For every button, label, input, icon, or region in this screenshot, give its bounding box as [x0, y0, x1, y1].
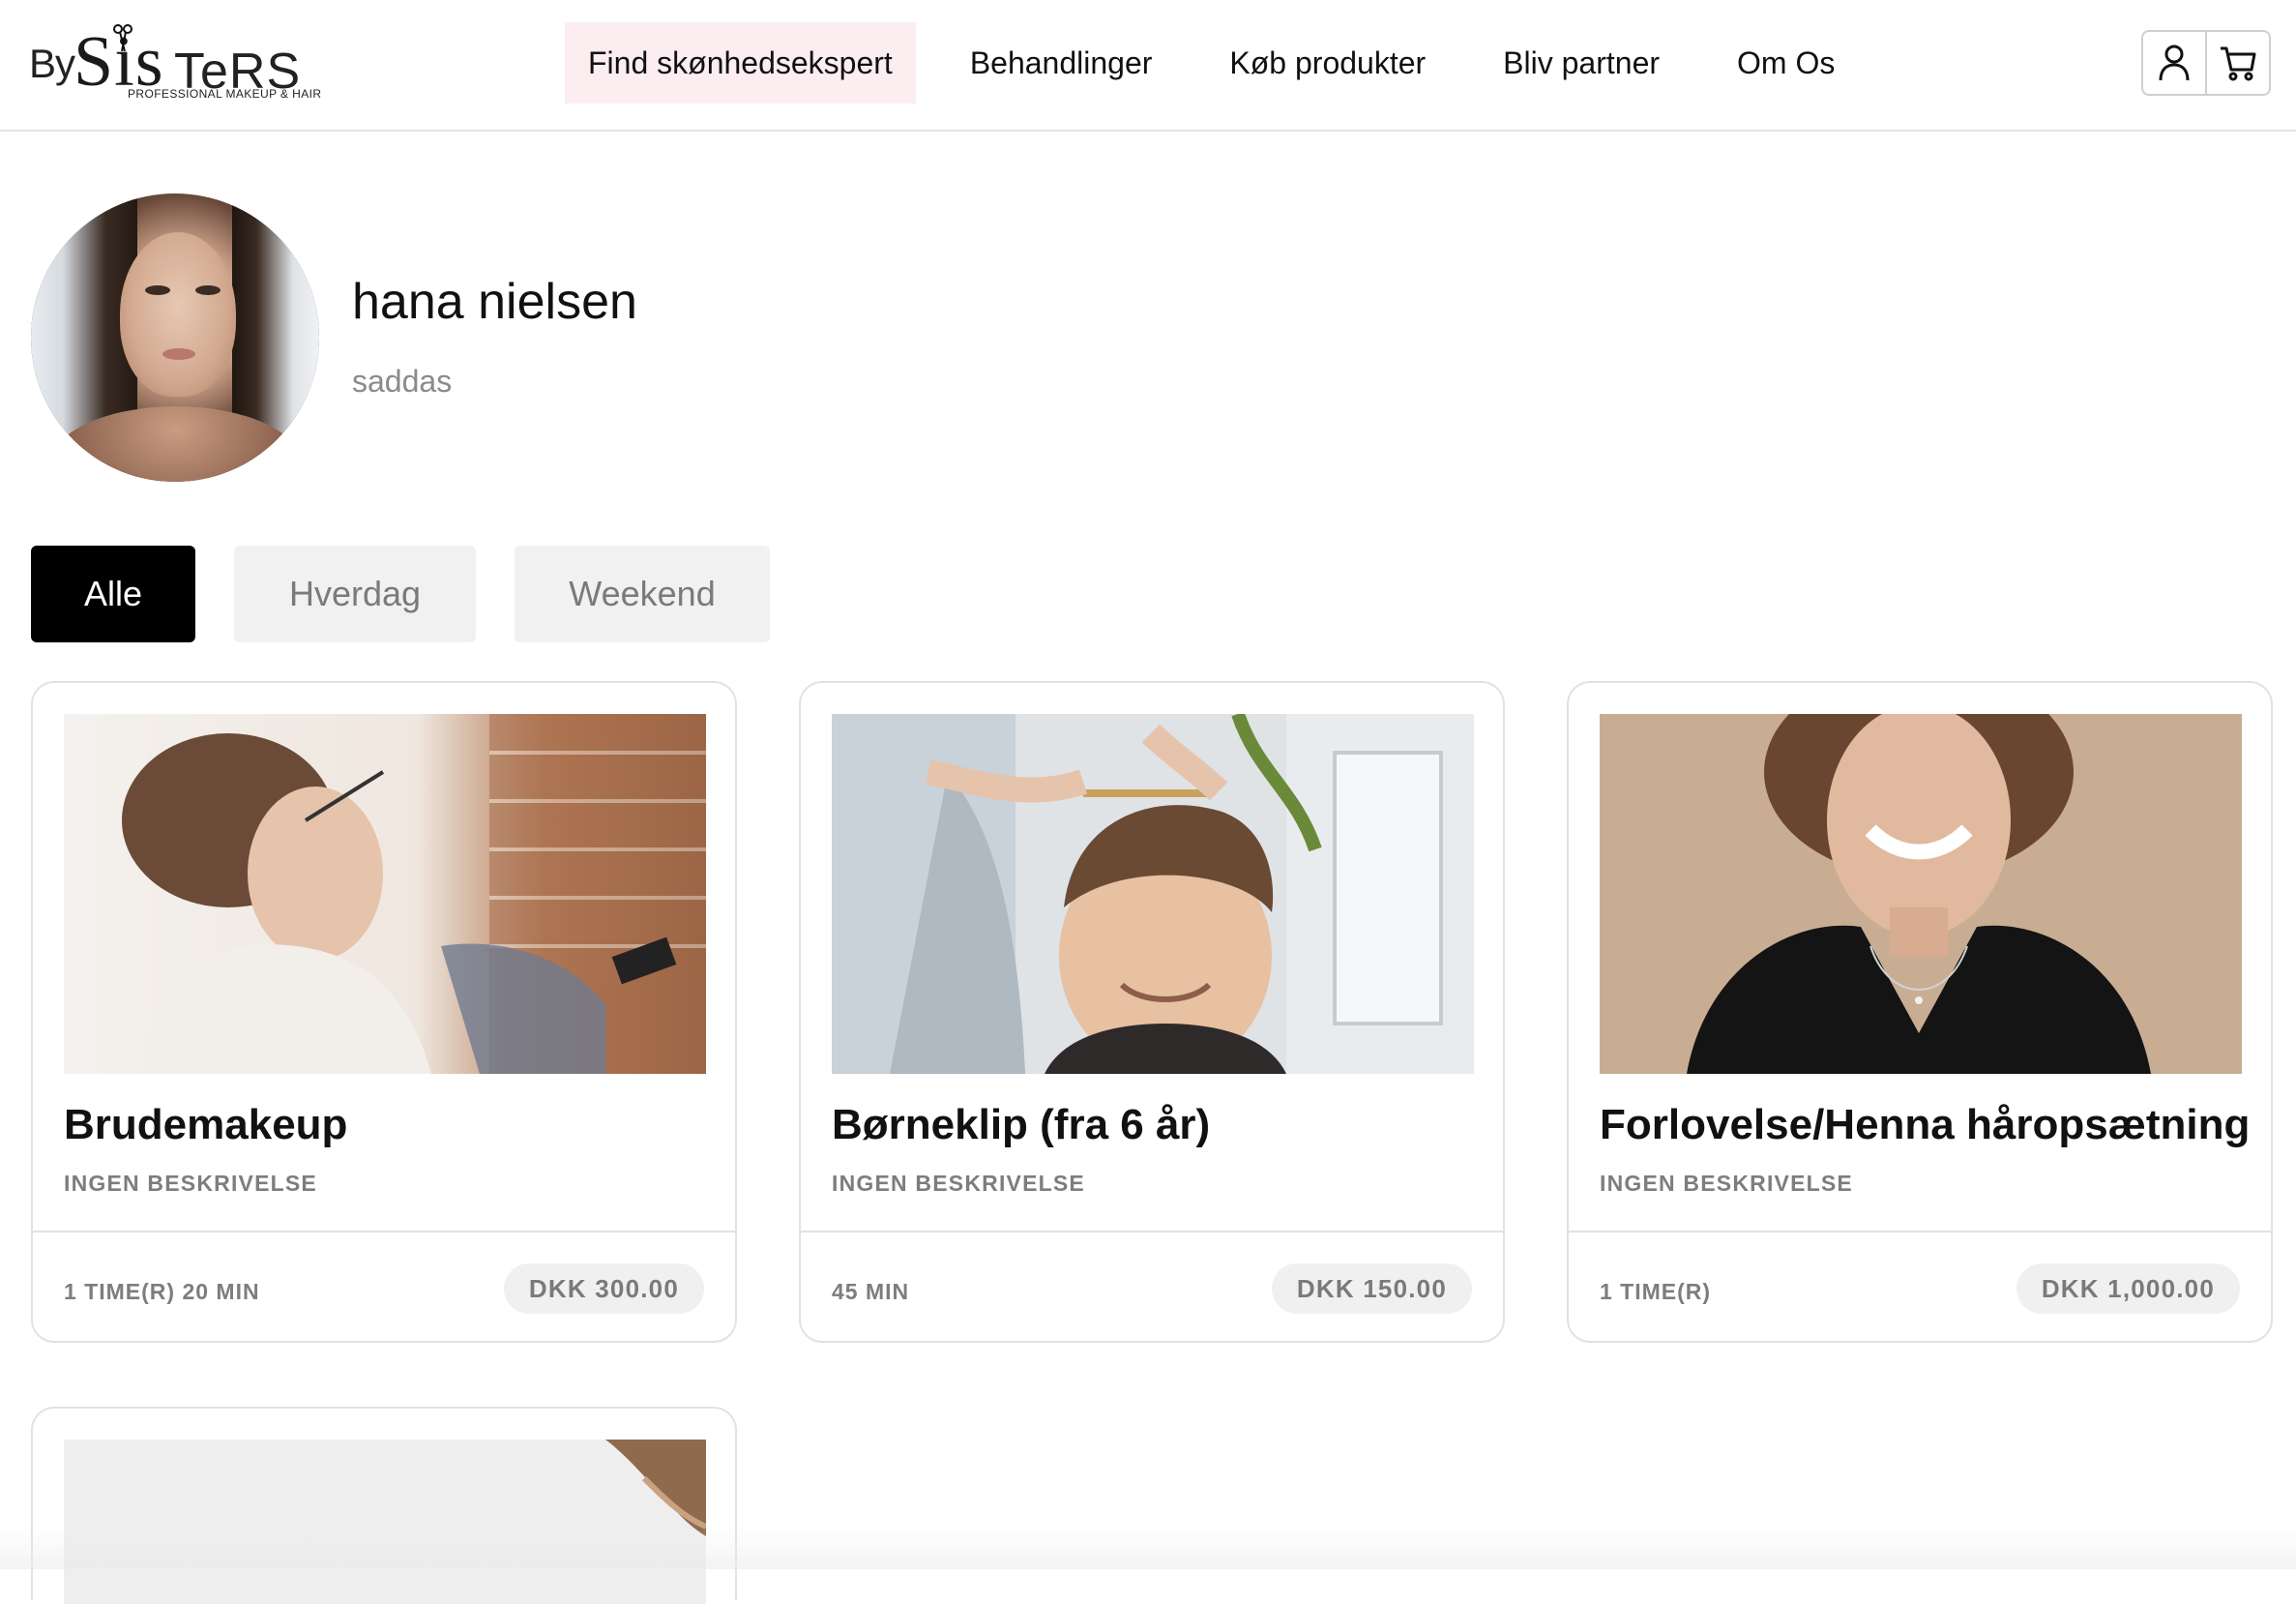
service-image [832, 714, 1474, 1074]
card-divider [33, 1231, 735, 1233]
scissors-icon [113, 24, 132, 52]
service-description: INGEN BESKRIVELSE [832, 1171, 1085, 1196]
service-title: Børneklip (fra 6 år) [832, 1101, 1211, 1148]
user-icon [2159, 45, 2190, 81]
scroll-fade [0, 1529, 2296, 1569]
service-card-partial[interactable] [31, 1407, 737, 1604]
service-image [1600, 714, 2242, 1074]
service-price: DKK 150.00 [1271, 1263, 1472, 1314]
cart-button[interactable] [2205, 32, 2269, 94]
service-description: INGEN BESKRIVELSE [64, 1171, 317, 1196]
filter-weekend[interactable]: Weekend [515, 546, 770, 642]
nav-become-partner[interactable]: Bliv partner [1480, 22, 1683, 104]
profile-subtitle: saddas [352, 364, 453, 399]
cart-icon [2221, 46, 2256, 81]
service-duration: 1 TIME(R) 20 MIN [64, 1279, 260, 1304]
service-card-bridal-makeup[interactable]: Brudemakeup INGEN BESKRIVELSE 1 TIME(R) … [31, 681, 737, 1343]
service-duration: 1 TIME(R) [1600, 1279, 1712, 1304]
nav-find-expert[interactable]: Find skønhedsekspert [565, 22, 916, 104]
service-image [64, 1440, 706, 1604]
service-duration: 45 MIN [832, 1279, 910, 1304]
logo-prefix: By [29, 41, 75, 86]
account-button[interactable] [2143, 32, 2205, 94]
brand-logo[interactable]: By Sis TeRS PROFESSIONAL MAKEUP & HAIR [29, 21, 325, 104]
service-description: INGEN BESKRIVELSE [1600, 1171, 1853, 1196]
filter-weekday[interactable]: Hverdag [234, 546, 476, 642]
profile-name: hana nielsen [352, 274, 637, 330]
header-actions [2141, 30, 2271, 96]
service-card-engagement-henna-updo[interactable]: Forlovelse/Henna håropsætning INGEN BESK… [1567, 681, 2273, 1343]
filter-all[interactable]: Alle [31, 546, 195, 642]
service-price: DKK 300.00 [503, 1263, 704, 1314]
main-nav: Find skønhedsekspert Behandlinger Køb pr… [565, 22, 1858, 104]
profile-avatar [31, 193, 319, 482]
filter-tabs: Alle Hverdag Weekend [31, 546, 809, 642]
service-title: Brudemakeup [64, 1101, 348, 1148]
nav-buy-products[interactable]: Køb produkter [1206, 22, 1449, 104]
site-header: By Sis TeRS PROFESSIONAL MAKEUP & HAIR F… [0, 0, 2296, 132]
nav-about-us[interactable]: Om Os [1714, 22, 1858, 104]
service-card-kids-haircut[interactable]: Børneklip (fra 6 år) INGEN BESKRIVELSE 4… [799, 681, 1505, 1343]
service-image [64, 714, 706, 1074]
nav-treatments[interactable]: Behandlinger [947, 22, 1176, 104]
logo-tagline: PROFESSIONAL MAKEUP & HAIR [128, 87, 322, 101]
card-divider [1569, 1231, 2271, 1233]
service-title: Forlovelse/Henna håropsætning [1600, 1101, 2251, 1148]
service-price: DKK 1,000.00 [2016, 1263, 2240, 1314]
card-divider [801, 1231, 1503, 1233]
